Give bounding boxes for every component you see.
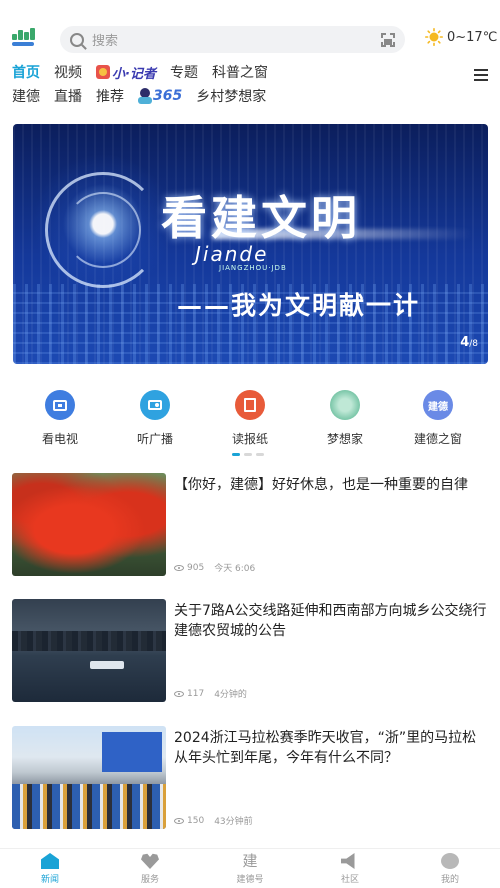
news-views: 117 bbox=[187, 688, 205, 699]
views-icon bbox=[174, 817, 184, 824]
tab-live[interactable]: 直播 bbox=[54, 86, 82, 106]
news-item[interactable]: 关于7路A公交线路延伸和西南部方向城乡公交绕行建德农贸城的公告 117 4分钟的 bbox=[12, 599, 488, 702]
tab-365[interactable]: 365 bbox=[138, 88, 182, 104]
app-logo[interactable] bbox=[12, 28, 36, 50]
tab-recommend[interactable]: 推荐 bbox=[96, 86, 124, 106]
thumbnail-runners bbox=[12, 784, 166, 829]
tab-topics[interactable]: 专题 bbox=[170, 62, 198, 82]
weather-temperature: 0~17℃ bbox=[447, 29, 498, 45]
tabbar-community[interactable]: 社区 bbox=[320, 853, 380, 885]
tab-rural-dreamer[interactable]: 乡村梦想家 bbox=[196, 86, 266, 106]
mascot-365-icon bbox=[138, 88, 152, 104]
search-icon bbox=[70, 32, 84, 47]
thumbnail-finish-arch bbox=[102, 732, 162, 772]
page-dot bbox=[256, 453, 264, 456]
thumbnail-boat bbox=[90, 661, 124, 669]
tv-icon bbox=[45, 390, 75, 420]
jian-character-icon: 建 bbox=[242, 852, 258, 870]
banner-page-counter: 4/8 bbox=[460, 335, 478, 350]
window-icon: 建德 bbox=[423, 390, 453, 420]
quick-watch-tv-label: 看电视 bbox=[41, 432, 78, 446]
logo-mark bbox=[12, 28, 36, 40]
tab-365-label: 365 bbox=[153, 88, 183, 104]
banner-counter-current: 4 bbox=[460, 335, 470, 350]
news-views: 905 bbox=[187, 562, 205, 573]
tab-little-reporter[interactable]: 小·记者 bbox=[96, 63, 156, 82]
weather-widget[interactable]: 0~17℃ bbox=[425, 28, 497, 46]
news-time: 今天 6:06 bbox=[214, 564, 256, 574]
banner-brand-sub: JIANGZHOU·JDB bbox=[219, 264, 287, 272]
banner-counter-total: /8 bbox=[469, 339, 478, 349]
tabbar-news-label: 新闻 bbox=[40, 875, 59, 885]
quick-listen-radio-label: 听广播 bbox=[136, 432, 173, 446]
quick-dreamer-label: 梦想家 bbox=[326, 432, 363, 446]
tabbar-news[interactable]: 新闻 bbox=[20, 853, 80, 885]
tab-jiande[interactable]: 建德 bbox=[12, 86, 40, 106]
search-placeholder: 搜索 bbox=[92, 34, 119, 49]
tab-video[interactable]: 视频 bbox=[54, 62, 82, 82]
news-time: 4分钟的 bbox=[214, 690, 247, 700]
profile-icon bbox=[441, 853, 459, 869]
views-icon bbox=[174, 564, 184, 571]
thumbnail-skyline bbox=[12, 631, 166, 651]
channel-nav-row-2: 建德 直播 推荐 365 乡村梦想家 bbox=[12, 86, 280, 106]
home-icon bbox=[41, 853, 59, 869]
search-bar[interactable]: 搜索 bbox=[60, 26, 405, 53]
news-item[interactable]: 【你好，建德】好好休息，也是一种重要的自律 905 今天 6:06 bbox=[12, 473, 488, 576]
news-meta: 905 今天 6:06 bbox=[174, 561, 255, 574]
tabbar-service[interactable]: 服务 bbox=[120, 853, 180, 885]
tabbar-jiande-account[interactable]: 建 建德号 bbox=[220, 853, 280, 885]
newspaper-icon bbox=[235, 390, 265, 420]
quick-read-newspaper-label: 读报纸 bbox=[231, 432, 268, 446]
tab-science-window[interactable]: 科普之窗 bbox=[212, 62, 268, 82]
news-thumbnail bbox=[12, 473, 166, 576]
quick-jiande-window[interactable]: 建德 建德之窗 bbox=[398, 390, 478, 447]
news-meta: 117 4分钟的 bbox=[174, 687, 247, 700]
dreamer-icon bbox=[330, 390, 360, 420]
news-thumbnail bbox=[12, 726, 166, 829]
heart-icon bbox=[141, 853, 159, 869]
quick-listen-radio[interactable]: 听广播 bbox=[115, 390, 195, 447]
page-dot-active bbox=[232, 453, 240, 456]
tab-home[interactable]: 首页 bbox=[12, 62, 40, 82]
logo-bar bbox=[12, 42, 34, 46]
tabbar-profile-label: 我的 bbox=[440, 875, 459, 885]
quick-jiande-window-label: 建德之窗 bbox=[413, 432, 462, 446]
page-dot bbox=[244, 453, 252, 456]
news-time: 43分钟前 bbox=[214, 817, 253, 827]
tab-little-reporter-label: 小·记者 bbox=[112, 66, 156, 82]
news-title: 2024浙江马拉松赛季昨天收官，“浙”里的马拉松从年头忙到年尾，今年有什么不同？ bbox=[174, 730, 477, 766]
banner-subtitle: ——我为文明献一计 bbox=[177, 291, 421, 320]
views-icon bbox=[174, 690, 184, 697]
tabbar-community-label: 社区 bbox=[340, 875, 359, 885]
reporter-logo-icon bbox=[96, 65, 110, 79]
quick-dreamer[interactable]: 梦想家 bbox=[305, 390, 385, 447]
quick-watch-tv[interactable]: 看电视 bbox=[20, 390, 100, 447]
tabbar-jiande-account-label: 建德号 bbox=[236, 875, 264, 885]
banner-brand: Jiande bbox=[195, 242, 269, 266]
quick-entry-grid: 看电视 听广播 读报纸 梦想家 建德 建德之窗 bbox=[0, 390, 500, 450]
top-header: 搜索 0~17℃ bbox=[0, 22, 500, 56]
quick-read-newspaper[interactable]: 读报纸 bbox=[210, 390, 290, 447]
megaphone-icon bbox=[341, 853, 355, 869]
news-meta: 150 43分钟前 bbox=[174, 814, 253, 827]
news-title: 关于7路A公交线路延伸和西南部方向城乡公交绕行建德农贸城的公告 bbox=[174, 603, 487, 639]
sun-icon bbox=[425, 28, 443, 46]
news-item[interactable]: 2024浙江马拉松赛季昨天收官，“浙”里的马拉松从年头忙到年尾，今年有什么不同？… bbox=[12, 726, 488, 829]
news-views: 150 bbox=[187, 815, 205, 826]
scan-icon[interactable] bbox=[381, 32, 395, 47]
quick-grid-page-indicator bbox=[232, 453, 264, 456]
news-title: 【你好，建德】好好休息，也是一种重要的自律 bbox=[174, 477, 468, 493]
radio-icon bbox=[140, 390, 170, 420]
news-thumbnail bbox=[12, 599, 166, 702]
banner-title: 看建文明 bbox=[161, 191, 361, 245]
banner-inner-ring-decoration bbox=[65, 192, 141, 268]
channel-nav-row-1: 首页 视频 小·记者 专题 科普之窗 bbox=[12, 62, 282, 82]
bottom-tab-bar: 新闻 服务 建 建德号 社区 我的 bbox=[0, 848, 500, 888]
channel-menu-icon[interactable] bbox=[474, 69, 488, 81]
tabbar-service-label: 服务 bbox=[140, 875, 159, 885]
banner-carousel[interactable]: 看建文明 Jiande JIANGZHOU·JDB ——我为文明献一计 4/8 bbox=[13, 124, 488, 364]
tabbar-profile[interactable]: 我的 bbox=[420, 853, 480, 885]
